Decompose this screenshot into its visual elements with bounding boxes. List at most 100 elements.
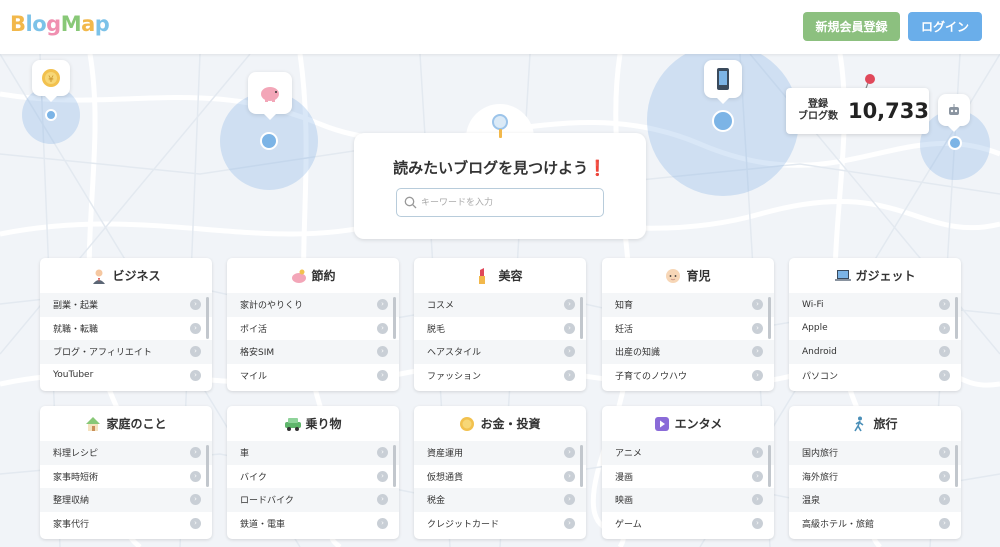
search-box[interactable] — [396, 188, 604, 217]
category-item[interactable]: 出産の知識 › — [602, 340, 774, 364]
category-item[interactable]: パソコン › — [789, 364, 961, 388]
category-item[interactable]: 家事代行 › — [40, 512, 212, 536]
chevron-right-icon: › — [564, 494, 575, 505]
category-item[interactable]: Wi-Fi › — [789, 293, 961, 317]
chevron-right-icon: › — [190, 369, 201, 381]
category-card: 乗り物車 › バイク › ロードバイク › 鉄道・電車 › — [227, 406, 399, 539]
chevron-right-icon: › — [190, 517, 201, 529]
play-icon — [654, 416, 670, 432]
scrollbar[interactable] — [393, 445, 396, 487]
map-pin-piggy[interactable] — [248, 72, 292, 120]
category-item-label: ブログ・アフィリエイト — [53, 348, 152, 359]
category-item[interactable]: 税金 › — [414, 488, 586, 512]
magnifier-icon — [492, 114, 508, 138]
category-title[interactable]: 旅行 — [789, 406, 961, 441]
category-item[interactable]: 国内旅行 › — [789, 441, 961, 465]
category-item[interactable]: ブログ・アフィリエイト › — [40, 340, 212, 364]
category-item[interactable]: 鉄道・電車 › — [227, 512, 399, 536]
category-item[interactable]: ゲーム › — [602, 512, 774, 536]
category-item[interactable]: マイル › — [227, 364, 399, 388]
map-pin-coin[interactable]: ¥ — [32, 60, 70, 102]
category-item[interactable]: 温泉 › — [789, 488, 961, 512]
chevron-right-icon: › — [564, 517, 575, 529]
category-list: 知育 › 妊活 › 出産の知識 › 子育てのノウハウ › — [602, 293, 774, 387]
category-item[interactable]: コスメ › — [414, 293, 586, 317]
category-title[interactable]: 家庭のこと — [40, 406, 212, 441]
category-item[interactable]: 漫画 › — [602, 465, 774, 489]
category-item[interactable]: 子育てのノウハウ › — [602, 364, 774, 388]
scrollbar[interactable] — [768, 297, 771, 339]
category-title[interactable]: 節約 — [227, 258, 399, 293]
map-pin-phone[interactable] — [704, 60, 742, 104]
category-title[interactable]: 美容 — [414, 258, 586, 293]
category-item-label: Wi-Fi — [802, 299, 824, 310]
category-item[interactable]: ヘアスタイル › — [414, 340, 586, 364]
category-title[interactable]: ビジネス — [40, 258, 212, 293]
category-item[interactable]: 格安SIM › — [227, 340, 399, 364]
chevron-right-icon: › — [377, 299, 388, 310]
scrollbar[interactable] — [206, 445, 209, 487]
category-item[interactable]: アニメ › — [602, 441, 774, 465]
category-item[interactable]: 知育 › — [602, 293, 774, 317]
category-title[interactable]: ガジェット — [789, 258, 961, 293]
chevron-right-icon: › — [190, 447, 201, 458]
login-button[interactable]: ログイン — [908, 12, 982, 41]
category-item[interactable]: Android › — [789, 340, 961, 364]
category-title[interactable]: エンタメ — [602, 406, 774, 441]
register-button[interactable]: 新規会員登録 — [803, 12, 900, 41]
logo[interactable]: BlogMap — [10, 12, 110, 36]
scrollbar[interactable] — [580, 297, 583, 339]
category-item[interactable]: 仮想通貨 › — [414, 465, 586, 489]
chevron-right-icon: › — [564, 299, 575, 310]
scrollbar[interactable] — [393, 297, 396, 339]
category-item-label: 子育てのノウハウ — [615, 371, 688, 382]
category-item[interactable]: 高級ホテル・旅館 › — [789, 512, 961, 536]
category-item[interactable]: YouTuber › — [40, 364, 212, 388]
category-item[interactable]: 脱毛 › — [414, 317, 586, 341]
category-item-label: ポイ活 — [240, 324, 268, 335]
scrollbar[interactable] — [206, 297, 209, 339]
category-title[interactable]: お金・投資 — [414, 406, 586, 441]
category-title[interactable]: 育児 — [602, 258, 774, 293]
category-name: 家庭のこと — [106, 417, 167, 431]
map-dot[interactable] — [260, 132, 278, 150]
category-item[interactable]: 料理レシピ › — [40, 441, 212, 465]
category-item-label: 資産運用 — [427, 449, 464, 460]
category-item[interactable]: 海外旅行 › — [789, 465, 961, 489]
search-input[interactable] — [421, 194, 597, 212]
map-dot[interactable] — [712, 110, 734, 132]
category-item[interactable]: 車 › — [227, 441, 399, 465]
category-item[interactable]: 資産運用 › — [414, 441, 586, 465]
map-dot[interactable] — [948, 136, 962, 150]
category-item[interactable]: Apple › — [789, 317, 961, 341]
category-item[interactable]: バイク › — [227, 465, 399, 489]
category-item[interactable]: クレジットカード › — [414, 512, 586, 536]
category-item[interactable]: 整理収納 › — [40, 488, 212, 512]
category-item-label: 温泉 — [802, 496, 821, 507]
map-dot[interactable] — [45, 109, 57, 121]
category-item[interactable]: ポイ活 › — [227, 317, 399, 341]
category-item-label: 家事時短術 — [53, 472, 99, 483]
blog-count-card: 登録 ブログ数 10,733 — [786, 88, 929, 134]
category-item[interactable]: ファッション › — [414, 364, 586, 388]
category-item[interactable]: 家計のやりくり › — [227, 293, 399, 317]
category-name: 育児 — [686, 269, 711, 283]
category-item[interactable]: 副業・起業 › — [40, 293, 212, 317]
scrollbar[interactable] — [955, 445, 958, 487]
category-name: お金・投資 — [480, 417, 541, 431]
category-item[interactable]: 家事時短術 › — [40, 465, 212, 489]
category-item-label: ヘアスタイル — [427, 348, 482, 359]
category-item[interactable]: 就職・転職 › — [40, 317, 212, 341]
lipstick-icon — [477, 267, 493, 284]
scrollbar[interactable] — [768, 445, 771, 487]
scrollbar[interactable] — [955, 297, 958, 339]
chevron-right-icon: › — [564, 369, 575, 381]
category-item[interactable]: ロードバイク › — [227, 488, 399, 512]
category-title[interactable]: 乗り物 — [227, 406, 399, 441]
category-item-label: 出産の知識 — [615, 348, 661, 359]
map-pin-robot[interactable] — [938, 94, 970, 132]
piggy-bank-icon — [261, 87, 279, 102]
scrollbar[interactable] — [580, 445, 583, 487]
category-item[interactable]: 妊活 › — [602, 317, 774, 341]
category-item[interactable]: 映画 › — [602, 488, 774, 512]
